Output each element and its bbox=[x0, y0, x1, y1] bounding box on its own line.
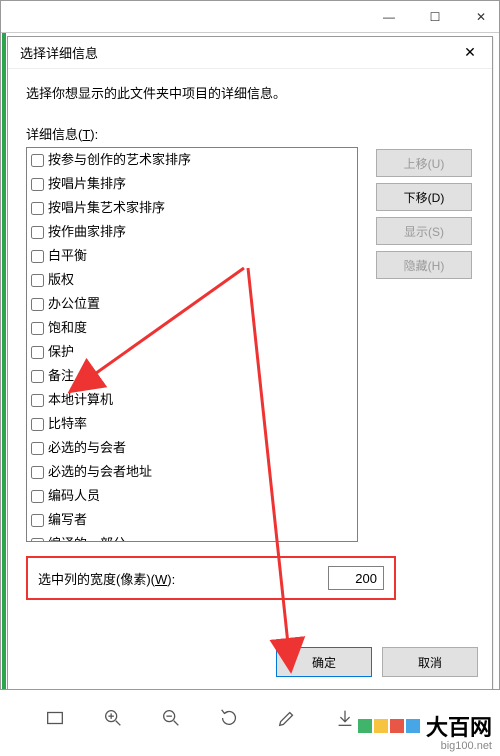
list-item-label: 按唱片集艺术家排序 bbox=[48, 198, 165, 218]
list-item-label: 编码人员 bbox=[48, 486, 100, 506]
logo-square bbox=[358, 719, 372, 733]
maximize-button[interactable]: ☐ bbox=[421, 5, 449, 29]
list-item[interactable]: 编译的一部分 bbox=[27, 532, 357, 542]
list-item[interactable]: 备注 bbox=[27, 364, 357, 388]
list-item-label: 比特率 bbox=[48, 414, 87, 434]
accent-strip bbox=[2, 33, 6, 689]
logo-subtext: big100.net bbox=[358, 740, 492, 752]
width-label-prefix: 选中列的宽度(像素)( bbox=[38, 572, 155, 587]
edit-icon[interactable] bbox=[276, 707, 298, 729]
list-item[interactable]: 按唱片集排序 bbox=[27, 172, 357, 196]
fit-icon[interactable] bbox=[44, 707, 66, 729]
column-width-label: 选中列的宽度(像素)(W): bbox=[38, 569, 175, 588]
details-label-suffix: ): bbox=[90, 127, 98, 142]
list-item[interactable]: 比特率 bbox=[27, 412, 357, 436]
width-label-suffix: ): bbox=[167, 572, 175, 587]
logo-squares bbox=[358, 719, 420, 733]
dialog-footer: 确定 取消 bbox=[276, 647, 478, 677]
list-item[interactable]: 本地计算机 bbox=[27, 388, 357, 412]
list-item-checkbox[interactable] bbox=[31, 418, 44, 431]
reorder-buttons: 上移(U) 下移(D) 显示(S) 隐藏(H) bbox=[376, 149, 472, 542]
window-titlebar: — ☐ ✕ bbox=[1, 1, 499, 33]
move-down-button[interactable]: 下移(D) bbox=[376, 183, 472, 211]
list-item-label: 按参与创作的艺术家排序 bbox=[48, 150, 191, 170]
choose-details-dialog: 选择详细信息 ✕ 选择你想显示的此文件夹中项目的详细信息。 详细信息(T): 按… bbox=[7, 36, 493, 690]
cancel-button[interactable]: 取消 bbox=[382, 647, 478, 677]
list-item-label: 保护 bbox=[48, 342, 74, 362]
list-item-checkbox[interactable] bbox=[31, 490, 44, 503]
list-item-label: 编译的一部分 bbox=[48, 534, 126, 542]
column-width-row: 选中列的宽度(像素)(W): bbox=[26, 556, 396, 600]
logo-text: 大百网 bbox=[426, 710, 492, 742]
zoom-out-icon[interactable] bbox=[160, 707, 182, 729]
list-item-label: 版权 bbox=[48, 270, 74, 290]
dialog-titlebar: 选择详细信息 ✕ bbox=[8, 37, 492, 69]
list-item-label: 备注 bbox=[48, 366, 74, 386]
list-item-label: 饱和度 bbox=[48, 318, 87, 338]
list-item-label: 必选的与会者地址 bbox=[48, 462, 152, 482]
list-item-checkbox[interactable] bbox=[31, 226, 44, 239]
list-item[interactable]: 编写者 bbox=[27, 508, 357, 532]
logo-square bbox=[390, 719, 404, 733]
list-item-label: 办公位置 bbox=[48, 294, 100, 314]
list-item-checkbox[interactable] bbox=[31, 154, 44, 167]
content-row: 按参与创作的艺术家排序按唱片集排序按唱片集艺术家排序按作曲家排序白平衡版权办公位… bbox=[26, 147, 474, 542]
details-section-label: 详细信息(T): bbox=[26, 124, 474, 143]
list-item-label: 按唱片集排序 bbox=[48, 174, 126, 194]
list-item-checkbox[interactable] bbox=[31, 178, 44, 191]
list-item-checkbox[interactable] bbox=[31, 346, 44, 359]
details-listbox[interactable]: 按参与创作的艺术家排序按唱片集排序按唱片集艺术家排序按作曲家排序白平衡版权办公位… bbox=[26, 147, 358, 542]
dialog-instruction: 选择你想显示的此文件夹中项目的详细信息。 bbox=[26, 83, 474, 102]
dialog-close-button[interactable]: ✕ bbox=[460, 44, 480, 61]
details-label-prefix: 详细信息( bbox=[26, 127, 82, 142]
list-item[interactable]: 按作曲家排序 bbox=[27, 220, 357, 244]
list-item-label: 编写者 bbox=[48, 510, 87, 530]
list-item-checkbox[interactable] bbox=[31, 394, 44, 407]
list-item-checkbox[interactable] bbox=[31, 298, 44, 311]
list-item-label: 必选的与会者 bbox=[48, 438, 126, 458]
list-item-checkbox[interactable] bbox=[31, 250, 44, 263]
show-button[interactable]: 显示(S) bbox=[376, 217, 472, 245]
list-item-checkbox[interactable] bbox=[31, 370, 44, 383]
width-label-hotkey: W bbox=[155, 572, 167, 587]
list-item-checkbox[interactable] bbox=[31, 322, 44, 335]
list-item-checkbox[interactable] bbox=[31, 274, 44, 287]
zoom-in-icon[interactable] bbox=[102, 707, 124, 729]
viewer-toolbar: 大百网 big100.net bbox=[0, 690, 500, 756]
list-item-label: 按作曲家排序 bbox=[48, 222, 126, 242]
list-item-checkbox[interactable] bbox=[31, 202, 44, 215]
list-item[interactable]: 必选的与会者 bbox=[27, 436, 357, 460]
list-item[interactable]: 必选的与会者地址 bbox=[27, 460, 357, 484]
ok-button[interactable]: 确定 bbox=[276, 647, 372, 677]
hide-button[interactable]: 隐藏(H) bbox=[376, 251, 472, 279]
minimize-button[interactable]: — bbox=[375, 5, 403, 29]
list-item[interactable]: 保护 bbox=[27, 340, 357, 364]
dialog-body: 选择你想显示的此文件夹中项目的详细信息。 详细信息(T): 按参与创作的艺术家排… bbox=[8, 69, 492, 600]
list-item[interactable]: 饱和度 bbox=[27, 316, 357, 340]
download-icon[interactable] bbox=[334, 707, 356, 729]
list-item-checkbox[interactable] bbox=[31, 514, 44, 527]
list-item[interactable]: 编码人员 bbox=[27, 484, 357, 508]
window-close-button[interactable]: ✕ bbox=[467, 5, 495, 29]
column-width-input[interactable] bbox=[328, 566, 384, 590]
list-item-checkbox[interactable] bbox=[31, 538, 44, 543]
list-item[interactable]: 版权 bbox=[27, 268, 357, 292]
tool-row bbox=[44, 707, 356, 729]
move-up-button[interactable]: 上移(U) bbox=[376, 149, 472, 177]
logo-square bbox=[374, 719, 388, 733]
logo-square bbox=[406, 719, 420, 733]
list-item-label: 本地计算机 bbox=[48, 390, 113, 410]
list-item[interactable]: 白平衡 bbox=[27, 244, 357, 268]
dialog-title-text: 选择详细信息 bbox=[20, 43, 98, 62]
rotate-icon[interactable] bbox=[218, 707, 240, 729]
list-item[interactable]: 按参与创作的艺术家排序 bbox=[27, 148, 357, 172]
list-item[interactable]: 办公位置 bbox=[27, 292, 357, 316]
list-item-label: 白平衡 bbox=[48, 246, 87, 266]
list-item-checkbox[interactable] bbox=[31, 442, 44, 455]
list-item[interactable]: 按唱片集艺术家排序 bbox=[27, 196, 357, 220]
list-item-checkbox[interactable] bbox=[31, 466, 44, 479]
site-logo: 大百网 big100.net bbox=[358, 710, 492, 752]
